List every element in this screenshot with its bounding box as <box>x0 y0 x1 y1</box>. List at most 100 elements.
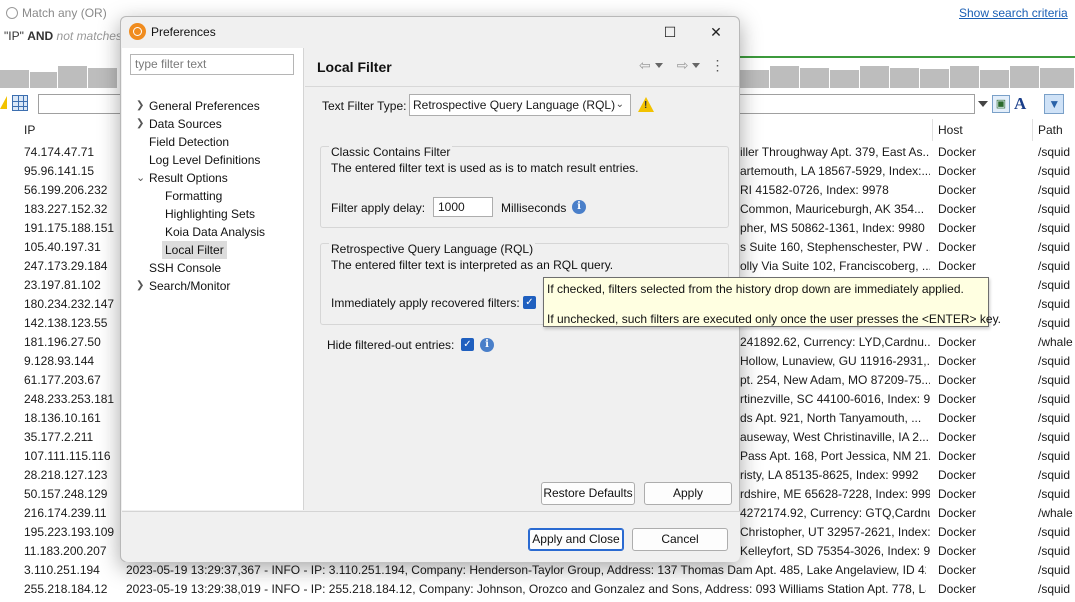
close-button[interactable]: ✕ <box>693 17 739 47</box>
cell-ip: 181.196.27.50 <box>24 335 101 349</box>
toolbar-icons: ▣ A ▼ <box>978 94 1065 114</box>
show-search-criteria-link[interactable]: Show search criteria <box>959 6 1068 20</box>
cell-path: /squid <box>1038 430 1071 444</box>
tree-item-highlighting-sets[interactable]: Highlighting Sets <box>165 205 255 223</box>
query-summary: "IP" AND not matches <box>4 29 122 43</box>
cell-path: /squid <box>1038 164 1071 178</box>
tree-filter-input[interactable]: type filter text <box>130 54 294 75</box>
tree-item-field-detection[interactable]: Field Detection <box>149 133 229 151</box>
history-dropdown-icon[interactable] <box>978 101 988 107</box>
hide-filtered-checkbox[interactable]: ✓ <box>461 338 474 351</box>
tree-item-local-filter[interactable]: Local Filter <box>162 241 227 259</box>
cell-host: Docker <box>938 259 977 273</box>
cell-host: Docker <box>938 487 977 501</box>
cell-message: olly Via Suite 102, Franciscoberg, ... <box>740 259 930 273</box>
cell-message: iller Throughway Apt. 379, East As... <box>740 145 930 159</box>
cell-host: Docker <box>938 221 977 235</box>
cell-ip: 74.174.47.71 <box>24 145 95 159</box>
tooltip-line-2: If unchecked, such filters are executed … <box>547 312 1002 326</box>
cell-host: Docker <box>938 506 977 520</box>
cell-host: Docker <box>938 373 977 387</box>
recovered-filters-checkbox[interactable]: ✓ <box>523 296 536 309</box>
filter-icon[interactable]: ▼ <box>1044 94 1065 114</box>
cell-ip: 195.223.193.109 <box>24 525 115 539</box>
page-navigation: ⇦ ⇨ ⋮ <box>639 57 724 74</box>
cell-path: /squid <box>1038 544 1071 558</box>
cell-ip: 18.136.10.161 <box>24 411 101 425</box>
cell-message: 2023-05-19 13:29:38,019 - INFO - IP: 255… <box>126 582 926 596</box>
chevron-right-icon[interactable]: ❯ <box>136 97 146 115</box>
apply-and-close-button[interactable]: Apply and Close <box>528 528 624 551</box>
cell-ip: 3.110.251.194 <box>24 563 100 577</box>
cell-path: /squid <box>1038 183 1071 197</box>
match-any-radio[interactable]: Match any (OR) <box>6 6 107 20</box>
cell-host: Docker <box>938 183 977 197</box>
tree-item-search-monitor[interactable]: Search/Monitor <box>149 277 230 295</box>
column-header-host[interactable]: Host <box>938 123 963 137</box>
table-row[interactable]: 3.110.251.194 2023-05-19 13:29:37,367 - I… <box>0 561 1075 580</box>
kebab-menu-icon[interactable]: ⋮ <box>710 57 724 74</box>
chevron-right-icon[interactable]: ❯ <box>136 277 146 295</box>
cell-host: Docker <box>938 582 977 596</box>
tree-item-result-options[interactable]: Result Options <box>149 169 228 187</box>
cell-ip: 56.199.206.232 <box>24 183 108 197</box>
cell-path: /squid <box>1038 411 1071 425</box>
filter-type-select[interactable]: Retrospective Query Language (RQL) ⌄ <box>409 94 631 116</box>
tree-item-general-preferences[interactable]: General Preferences <box>149 97 260 115</box>
cell-ip: 61.177.203.67 <box>24 373 101 387</box>
classic-description: The entered filter text is used as is to… <box>331 161 639 175</box>
column-separator <box>1032 119 1033 141</box>
cell-ip: 216.174.239.11 <box>24 506 107 520</box>
column-header-path[interactable]: Path <box>1038 123 1063 137</box>
cell-host: Docker <box>938 240 977 254</box>
tree-item-log-level-definitions[interactable]: Log Level Definitions <box>149 151 260 169</box>
info-icon[interactable]: i <box>572 200 586 214</box>
recovered-filters-tooltip: If checked, filters selected from the hi… <box>543 277 1001 327</box>
warning-icon <box>0 96 7 109</box>
cell-message: Christopher, UT 32957-2621, Index:... <box>740 525 930 539</box>
maximize-button[interactable]: ☐ <box>647 17 693 47</box>
cell-ip: 28.218.127.123 <box>24 468 108 482</box>
cell-message: Common, Mauriceburgh, AK 354... <box>740 202 925 216</box>
cell-message: 4272174.92, Currency: GTQ,Cardnu... <box>740 506 930 520</box>
cell-path: /squid <box>1038 221 1071 235</box>
apply-button[interactable]: Apply <box>644 482 732 505</box>
cell-path: /squid <box>1038 392 1071 406</box>
highlight-toggle-icon[interactable]: ▣ <box>992 95 1010 113</box>
table-view-icon[interactable] <box>12 95 28 111</box>
cell-host: Docker <box>938 563 977 577</box>
tree-item-data-sources[interactable]: Data Sources <box>149 115 222 133</box>
match-any-label: Match any (OR) <box>22 6 107 20</box>
tree-item-formatting[interactable]: Formatting <box>165 187 222 205</box>
cell-ip: 11.183.200.207 <box>24 544 107 558</box>
cell-path: /squid <box>1038 563 1071 577</box>
restore-defaults-button[interactable]: Restore Defaults <box>541 482 635 505</box>
dialog-titlebar[interactable]: Preferences ☐ ✕ <box>121 17 739 47</box>
chevron-right-icon[interactable]: ❯ <box>136 115 146 133</box>
info-icon[interactable]: i <box>480 338 494 352</box>
delay-input[interactable]: 1000 <box>433 197 493 217</box>
rql-group-title: Retrospective Query Language (RQL) <box>329 242 536 256</box>
table-row[interactable]: 255.218.184.12 2023-05-19 13:29:38,019 - … <box>0 580 1075 599</box>
cell-message: 241892.62, Currency: LYD,Cardnu... <box>740 335 930 349</box>
cell-path: /squid <box>1038 259 1071 273</box>
column-header-ip[interactable]: IP <box>24 123 35 137</box>
cell-message: Hollow, Lunaview, GU 11916-2931,... <box>740 354 930 368</box>
back-arrow-icon[interactable]: ⇦ <box>639 57 651 74</box>
cell-ip: 95.96.141.15 <box>24 164 95 178</box>
cell-host: Docker <box>938 449 977 463</box>
chevron-down-icon[interactable]: ⌄ <box>136 169 146 187</box>
forward-dropdown-icon[interactable] <box>692 63 701 68</box>
tree-item-koia-data-analysis[interactable]: Koia Data Analysis <box>165 223 265 241</box>
forward-arrow-icon[interactable]: ⇨ <box>677 57 689 74</box>
cell-path: /squid <box>1038 487 1071 501</box>
cell-path: /squid <box>1038 525 1071 539</box>
cell-message: auseway, West Christinaville, IA 2... <box>740 430 929 444</box>
query-suffix: not matches <box>56 29 122 43</box>
cell-message: ds Apt. 921, North Tanyamouth, ... <box>740 411 922 425</box>
cancel-button[interactable]: Cancel <box>632 528 728 551</box>
cell-ip: 255.218.184.12 <box>24 582 108 596</box>
back-dropdown-icon[interactable] <box>654 63 663 68</box>
tree-item-ssh-console[interactable]: SSH Console <box>149 259 221 277</box>
font-icon[interactable]: A <box>1014 95 1026 113</box>
